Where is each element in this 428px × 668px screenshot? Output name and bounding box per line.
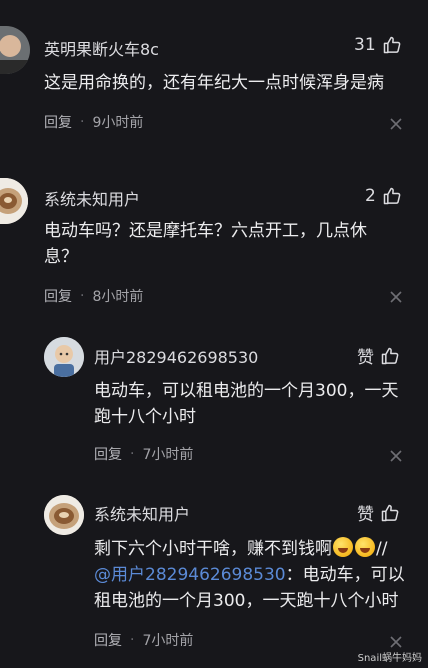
reply-text-segment: 剩下六个小时干啥，赚不到钱啊 [94, 539, 332, 559]
close-icon[interactable] [389, 635, 403, 649]
like-count: 2 [365, 186, 376, 206]
comment-text-line: 息？ [44, 247, 78, 267]
like-button[interactable]: 赞 [357, 343, 400, 368]
reply-button[interactable]: 回复 [94, 444, 122, 464]
reply-button[interactable]: 回复 [94, 630, 122, 650]
close-icon[interactable] [389, 117, 403, 131]
close-icon[interactable] [389, 449, 403, 463]
comment-time: 9小时前 [92, 115, 144, 131]
reply-text-segment: // [376, 539, 388, 559]
reply-time: 7小时前 [142, 633, 194, 649]
reply-username[interactable]: 用户2829462698530 [94, 344, 258, 368]
mention-link[interactable]: @用户2829462698530 [94, 565, 286, 585]
reply-button[interactable]: 回复 [44, 286, 72, 306]
reply-text-line: 剩下六个小时干啥，赚不到钱啊 // [94, 536, 414, 562]
comment-text-line: 电动车吗？还是摩托车？六点开工，几点休 [44, 221, 367, 241]
like-button[interactable]: 31 [354, 35, 402, 55]
crying-laughing-emoji [355, 537, 375, 557]
reply-time: 7小时前 [142, 447, 194, 463]
watermark: Snail蜗牛妈妈 [357, 653, 422, 664]
reply-text-line: 租电池的一个月300，一天跑十八个小时 [94, 591, 399, 611]
comment-text: 电动车吗？还是摩托车？六点开工，几点休 息？ [44, 218, 414, 270]
separator-dot: · [80, 288, 85, 304]
like-label: 赞 [357, 348, 374, 368]
thumbs-up-icon [382, 35, 402, 55]
avatar[interactable] [44, 495, 84, 535]
avatar[interactable] [0, 26, 30, 74]
thumbs-up-icon [382, 186, 402, 206]
like-button[interactable]: 2 [365, 186, 402, 206]
thumbs-up-icon [380, 346, 400, 366]
reply-text: 剩下六个小时干啥，赚不到钱啊 // @用户2829462698530：电动车，可以… [94, 536, 414, 614]
close-icon[interactable] [389, 290, 403, 304]
like-count: 31 [354, 35, 376, 55]
like-button[interactable]: 赞 [357, 500, 400, 525]
separator-dot: · [130, 632, 135, 648]
comment-username[interactable]: 英明果断火车8c [44, 36, 159, 60]
reply-text-segment: ：电动车，可以 [285, 565, 405, 585]
comment-meta: 回复 · 9小时前 [44, 112, 143, 132]
reply-username[interactable]: 系统未知用户 [94, 501, 190, 525]
avatar[interactable] [0, 178, 28, 224]
separator-dot: · [80, 114, 85, 130]
rolling-laughing-emoji [333, 537, 353, 557]
reply-text-line: @用户2829462698530：电动车，可以 [94, 562, 414, 588]
comment-meta: 回复 · 8小时前 [44, 286, 143, 306]
reply-meta: 回复 · 7小时前 [94, 444, 193, 464]
thumbs-up-icon [380, 503, 400, 523]
reply-text: 电动车，可以租电池的一个月300，一天 跑十八个小时 [94, 378, 414, 430]
reply-meta: 回复 · 7小时前 [94, 630, 193, 650]
comment-username[interactable]: 系统未知用户 [44, 186, 140, 210]
avatar[interactable] [44, 337, 84, 377]
like-label: 赞 [357, 505, 374, 525]
comment-time: 8小时前 [92, 289, 144, 305]
reply-text-line: 电动车，可以租电池的一个月300，一天 [94, 381, 399, 401]
reply-text-line: 跑十八个小时 [94, 407, 196, 427]
separator-dot: · [130, 446, 135, 462]
comment-text: 这是用命换的，还有年纪大一点时候浑身是病 [44, 73, 384, 93]
reply-button[interactable]: 回复 [44, 112, 72, 132]
